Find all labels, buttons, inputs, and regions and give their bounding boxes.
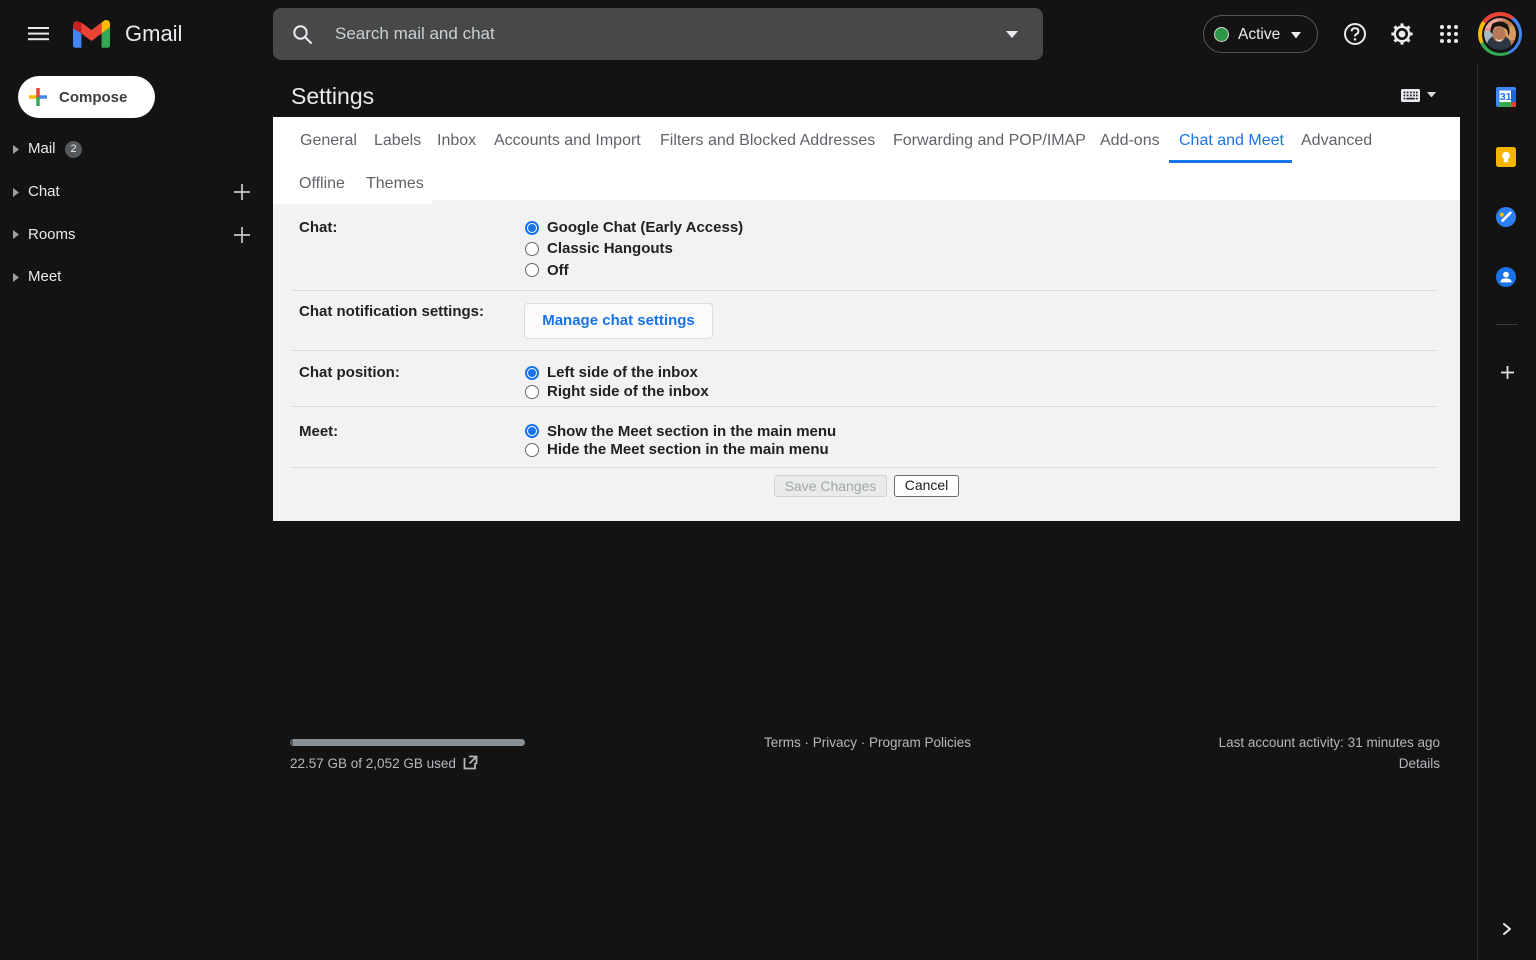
svg-text:31: 31: [1500, 91, 1512, 103]
